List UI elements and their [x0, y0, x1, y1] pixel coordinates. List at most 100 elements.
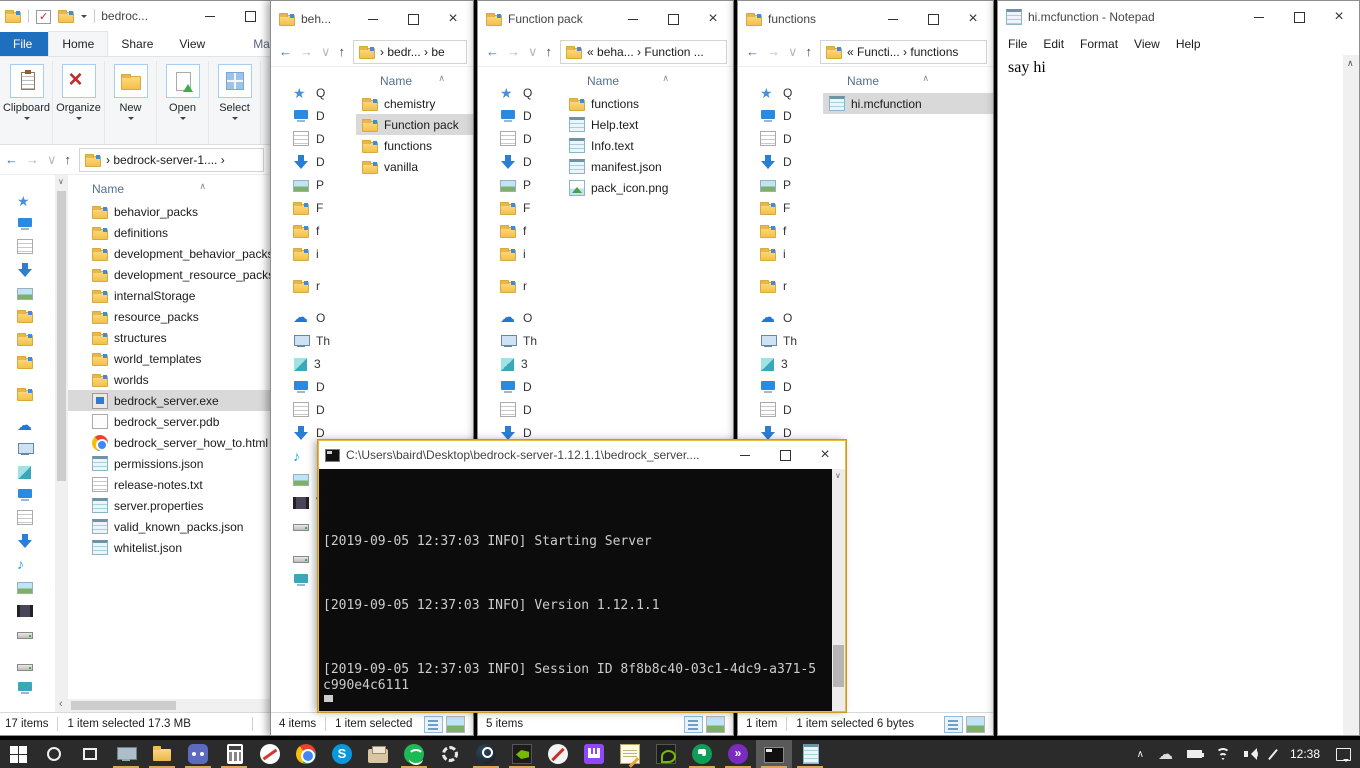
- file-row[interactable]: hi.mcfunction: [823, 93, 993, 114]
- nav-item[interactable]: 3: [271, 352, 356, 375]
- volume-icon[interactable]: [1239, 740, 1263, 768]
- console-scrollbar[interactable]: [832, 469, 845, 711]
- address-box[interactable]: › bedrock-server-1.... ›: [79, 148, 264, 172]
- nav-item[interactable]: P: [0, 575, 55, 598]
- file-row[interactable]: pack_icon.png: [563, 177, 733, 198]
- nav-item[interactable]: D: [271, 375, 356, 398]
- taskbar-app-button[interactable]: [108, 740, 144, 768]
- recent-locations-button[interactable]: ∨: [788, 45, 798, 58]
- nav-item[interactable]: r: [738, 274, 823, 297]
- taskbar-app-button[interactable]: [252, 740, 288, 768]
- nav-item[interactable]: D: [478, 375, 563, 398]
- taskbar-app-button[interactable]: [720, 740, 756, 768]
- qat-customize-icon[interactable]: [81, 15, 87, 18]
- ribbon-button[interactable]: Open: [157, 61, 209, 144]
- nav-item[interactable]: P: [478, 173, 563, 196]
- maximize-button[interactable]: [230, 1, 270, 31]
- up-button[interactable]: ↑: [806, 45, 813, 58]
- nav-item[interactable]: M: [0, 552, 55, 575]
- address-box[interactable]: « beha... › Function ...: [560, 40, 727, 64]
- file-row[interactable]: valid_known_packs.json: [68, 516, 270, 537]
- nav-item[interactable]: r: [0, 382, 55, 405]
- nav-item[interactable]: D: [0, 506, 55, 529]
- onedrive-icon[interactable]: [1153, 740, 1178, 768]
- nav-item[interactable]: 3: [478, 352, 563, 375]
- nav-item[interactable]: D: [738, 375, 823, 398]
- cortana-button[interactable]: [36, 740, 72, 768]
- nav-item[interactable]: D: [478, 150, 563, 173]
- explorer2-titlebar[interactable]: beh...: [271, 1, 473, 37]
- address-box[interactable]: « Functi... › functions: [820, 40, 987, 64]
- taskbar-app-button[interactable]: [144, 740, 180, 768]
- back-button[interactable]: ←: [486, 45, 499, 58]
- tab-share[interactable]: Share: [108, 32, 166, 56]
- taskbar-app-button[interactable]: [648, 740, 684, 768]
- nav-item[interactable]: O: [0, 414, 55, 437]
- nav-item[interactable]: O: [478, 306, 563, 329]
- action-center-button[interactable]: [1331, 740, 1356, 768]
- details-view-button[interactable]: [424, 716, 443, 733]
- forward-button[interactable]: →: [300, 45, 313, 58]
- nav-item[interactable]: D: [271, 127, 356, 150]
- nav-item[interactable]: D: [271, 150, 356, 173]
- tray-overflow-chevron[interactable]: [1132, 740, 1149, 768]
- file-row[interactable]: permissions.json: [68, 453, 270, 474]
- file-row[interactable]: Help.text: [563, 114, 733, 135]
- nav-item[interactable]: D: [738, 150, 823, 173]
- taskbar-app-button[interactable]: [432, 740, 468, 768]
- battery-icon[interactable]: [1182, 740, 1207, 768]
- column-header-name[interactable]: Name: [563, 69, 733, 93]
- nav-item[interactable]: Th: [0, 437, 55, 460]
- nav-item[interactable]: D: [0, 529, 55, 552]
- nav-item[interactable]: D: [0, 212, 55, 235]
- file-row[interactable]: behavior_packs: [68, 201, 270, 222]
- taskbar-app-button[interactable]: [396, 740, 432, 768]
- nav-item[interactable]: D: [738, 398, 823, 421]
- nav-item[interactable]: i: [0, 350, 55, 373]
- nav-scrollbar[interactable]: [55, 175, 68, 712]
- pen-icon[interactable]: [1267, 740, 1279, 768]
- console-output-area[interactable]: [2019-09-05 12:37:03 INFO] Starting Serv…: [319, 469, 845, 711]
- nav-item[interactable]: D: [0, 235, 55, 258]
- file-row[interactable]: development_behavior_packs: [68, 243, 270, 264]
- maximize-button[interactable]: [765, 440, 805, 470]
- taskbar-app-button[interactable]: [540, 740, 576, 768]
- file-row[interactable]: bedrock_server.pdb: [68, 411, 270, 432]
- back-button[interactable]: ←: [279, 45, 292, 58]
- ribbon-button[interactable]: New: [105, 61, 157, 144]
- column-header-name[interactable]: Name: [356, 69, 473, 93]
- up-button[interactable]: ↑: [339, 45, 346, 58]
- minimize-button[interactable]: [190, 1, 230, 31]
- column-header-name[interactable]: Name: [823, 69, 993, 93]
- breadcrumb[interactable]: « beha... › Function ...: [587, 45, 704, 59]
- close-button[interactable]: [433, 4, 473, 34]
- back-button[interactable]: ←: [5, 153, 18, 166]
- nav-item[interactable]: Q: [0, 189, 55, 212]
- minimize-button[interactable]: [873, 4, 913, 34]
- nav-item[interactable]: [0, 621, 55, 644]
- taskbar-app-button[interactable]: [684, 740, 720, 768]
- nav-item[interactable]: P: [0, 281, 55, 304]
- nav-item[interactable]: i: [738, 242, 823, 265]
- ribbon-button[interactable]: Clipboard: [1, 61, 53, 144]
- menu-item[interactable]: Edit: [1035, 34, 1072, 54]
- taskbar-app-button[interactable]: [792, 740, 828, 768]
- properties-icon[interactable]: [36, 7, 51, 25]
- close-button[interactable]: [953, 4, 993, 34]
- recent-locations-button[interactable]: ∨: [528, 45, 538, 58]
- nav-item[interactable]: Th: [738, 329, 823, 352]
- back-button[interactable]: ←: [746, 45, 759, 58]
- taskbar-app-button[interactable]: [504, 740, 540, 768]
- file-row[interactable]: structures: [68, 327, 270, 348]
- nav-item[interactable]: O: [738, 306, 823, 329]
- file-row[interactable]: development_resource_packs: [68, 264, 270, 285]
- maximize-button[interactable]: [393, 4, 433, 34]
- menu-item[interactable]: File: [1000, 34, 1035, 54]
- ribbon-button[interactable]: Select: [209, 61, 261, 144]
- nav-item[interactable]: i: [271, 242, 356, 265]
- nav-item[interactable]: V: [0, 598, 55, 621]
- nav-item[interactable]: F: [478, 196, 563, 219]
- taskbar-app-button[interactable]: [324, 740, 360, 768]
- thumbnail-view-button[interactable]: [446, 716, 465, 733]
- menu-item[interactable]: Help: [1168, 34, 1209, 54]
